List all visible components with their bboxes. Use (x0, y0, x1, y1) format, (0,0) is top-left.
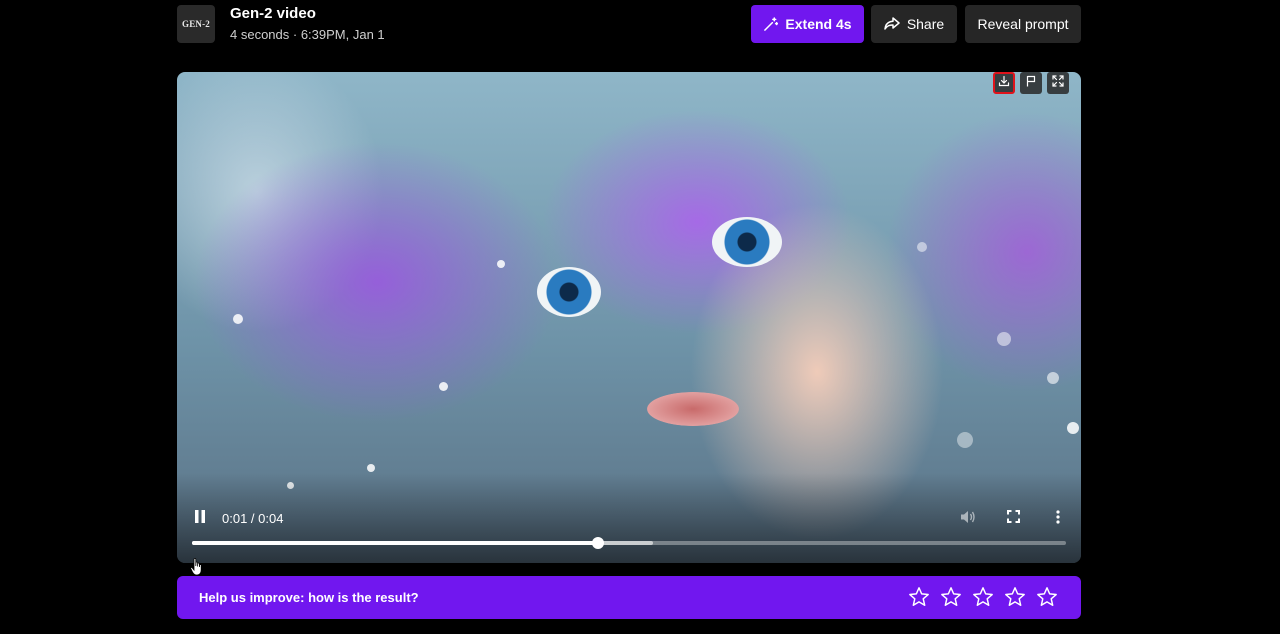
reveal-prompt-button[interactable]: Reveal prompt (965, 5, 1081, 43)
time-display: 0:01 / 0:04 (222, 511, 284, 526)
controls-overlay (177, 473, 1081, 563)
star-icon (972, 587, 994, 612)
flag-icon (1025, 74, 1037, 92)
expand-icon (1052, 74, 1064, 92)
star-rating-3[interactable] (972, 586, 994, 608)
share-button[interactable]: Share (871, 5, 957, 43)
feedback-bar: Help us improve: how is the result? (177, 576, 1081, 619)
video-meta: 4 seconds · 6:39PM, Jan 1 (230, 27, 385, 42)
sparkle (1067, 422, 1079, 434)
hand-cursor-icon (190, 558, 204, 581)
sparkle (497, 260, 505, 268)
star-icon (940, 587, 962, 612)
share-label: Share (906, 16, 945, 32)
extend-button[interactable]: Extend 4s (751, 5, 864, 43)
volume-button[interactable] (957, 508, 979, 530)
sparkle (233, 314, 243, 324)
download-icon (998, 74, 1010, 92)
sparkle (957, 432, 973, 448)
star-rating-2[interactable] (940, 586, 962, 608)
star-rating-1[interactable] (908, 586, 930, 608)
star-rating-4[interactable] (1004, 586, 1026, 608)
sparkle (917, 242, 927, 252)
sparkle (1047, 372, 1059, 384)
video-frame-eye-left (537, 267, 601, 317)
expand-button[interactable] (1047, 72, 1069, 94)
video-title: Gen-2 video (230, 5, 316, 22)
feedback-prompt: Help us improve: how is the result? (199, 590, 419, 605)
fullscreen-button[interactable] (1002, 508, 1024, 530)
star-icon (1036, 587, 1058, 612)
video-frame-lips (647, 392, 739, 426)
sparkle (367, 464, 375, 472)
fullscreen-icon (1006, 510, 1020, 528)
flag-button[interactable] (1020, 72, 1042, 94)
sparkle (439, 382, 448, 391)
gen2-logo: GEN-2 (177, 5, 215, 43)
pause-icon (194, 510, 206, 528)
star-icon (1004, 587, 1026, 612)
extend-label: Extend 4s (785, 16, 852, 32)
magic-wand-icon (763, 16, 779, 32)
sparkle (997, 332, 1011, 346)
pause-button[interactable] (189, 508, 211, 530)
video-frame-eye-right (712, 217, 782, 267)
more-options-button[interactable] (1047, 508, 1069, 530)
volume-icon (960, 510, 976, 529)
seek-bar-progress (192, 541, 599, 545)
star-rating-5[interactable] (1036, 586, 1058, 608)
reveal-prompt-label: Reveal prompt (977, 16, 1069, 32)
star-icon (908, 587, 930, 612)
share-arrow-icon (884, 17, 900, 31)
video-player[interactable]: 0:01 / 0:04 (177, 72, 1081, 563)
more-vertical-icon (1056, 509, 1060, 529)
seek-bar[interactable] (192, 537, 1066, 549)
download-button[interactable] (993, 72, 1015, 94)
